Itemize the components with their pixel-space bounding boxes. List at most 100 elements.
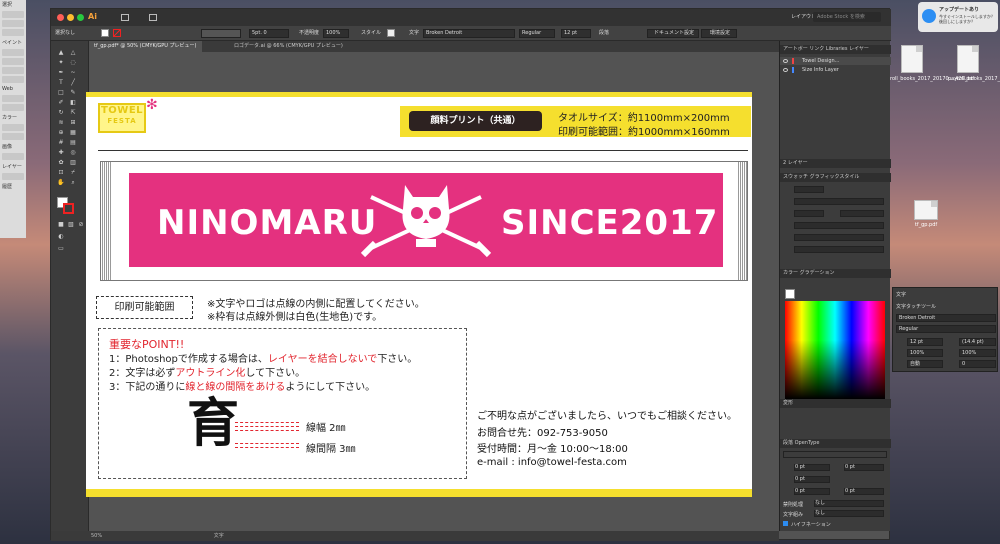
swatches-panel-tabs[interactable]: スウォッチ グラフィックスタイル	[780, 173, 891, 182]
font-style-select[interactable]: Regular	[896, 325, 996, 333]
none-mode-icon[interactable]: ⊘	[77, 221, 85, 228]
left-indent-field[interactable]: 0 pt	[794, 464, 830, 471]
close-icon[interactable]	[57, 14, 64, 21]
panel-row[interactable]	[2, 104, 24, 111]
current-color-swatch[interactable]	[785, 289, 795, 299]
space-after-field[interactable]: 0 pt	[844, 488, 884, 495]
stroke-swatch[interactable]	[113, 29, 121, 37]
touch-type-tool[interactable]: 文字タッチツール	[896, 303, 936, 310]
pdf-file-icon[interactable]	[957, 45, 979, 73]
hyphenation-checkbox[interactable]	[783, 521, 788, 526]
font-family-select[interactable]: Broken Detroit	[896, 314, 996, 322]
rectangle-tool-icon[interactable]: □	[57, 89, 65, 96]
file-label[interactable]: payroll_books_2017_20170....2306.pdf	[948, 76, 1000, 82]
shape-builder-icon[interactable]: ⊕	[57, 129, 65, 136]
tracking-field[interactable]: 0	[959, 360, 996, 368]
preferences-button[interactable]: 環境設定	[701, 29, 737, 38]
gradient-mode-icon[interactable]: ▧	[67, 221, 75, 228]
font-size-field[interactable]: 12 pt	[907, 338, 943, 346]
zoom-icon[interactable]	[77, 14, 84, 21]
panel-row[interactable]	[2, 11, 24, 18]
paragraph-label[interactable]: 段落	[599, 29, 609, 38]
kerning-field[interactable]: 自動	[907, 360, 943, 368]
zoom-level[interactable]: 50%	[91, 533, 102, 539]
pen-tool-icon[interactable]: ✒	[57, 69, 65, 76]
panel-row[interactable]	[2, 95, 24, 102]
stock-search-input[interactable]: Adobe Stock を検索	[813, 12, 881, 22]
horizontal-scale-field[interactable]: 100%	[907, 349, 943, 357]
hand-tool-icon[interactable]: ✋	[57, 179, 65, 186]
eye-icon[interactable]	[783, 68, 788, 72]
bridge-icon[interactable]	[121, 14, 129, 21]
panel-row[interactable]	[2, 20, 24, 27]
fill-swatch[interactable]	[101, 29, 109, 37]
symbol-sprayer-icon[interactable]: ✿	[57, 159, 65, 166]
swatch-field[interactable]	[794, 186, 824, 193]
mesh-tool-icon[interactable]: #	[57, 139, 65, 146]
scale-tool-icon[interactable]: ⇱	[69, 109, 77, 116]
slice-tool-icon[interactable]: ⌿	[69, 169, 77, 176]
eye-icon[interactable]	[783, 59, 788, 63]
stroke-preview[interactable]	[201, 29, 241, 38]
direct-selection-tool-icon[interactable]: △	[69, 49, 77, 56]
swatch-field[interactable]	[794, 222, 884, 229]
kinsoku-select[interactable]: なし	[814, 500, 884, 507]
artboard[interactable]: TOWEL FESTA ✻ 顔料プリント（共通） タオルサイズ：約1100mm×…	[86, 92, 752, 497]
color-mode-icon[interactable]: ■	[57, 221, 65, 228]
panel-row[interactable]	[2, 49, 24, 56]
rotate-tool-icon[interactable]: ↻	[57, 109, 65, 116]
perspective-grid-icon[interactable]: ▦	[69, 129, 77, 136]
color-panel-tabs[interactable]: カラー グラデーション	[780, 269, 891, 278]
swatch-field[interactable]	[794, 234, 884, 241]
pdf-file-icon[interactable]	[901, 45, 923, 73]
layers-panel-tabs[interactable]: アートボー リンク Libraries レイヤー	[780, 45, 891, 54]
draw-mode-icon[interactable]: ◐	[57, 233, 65, 240]
graph-tool-icon[interactable]: ▥	[69, 159, 77, 166]
panel-row[interactable]	[2, 58, 24, 65]
artboard-tool-icon[interactable]: ⊡	[57, 169, 65, 176]
screen-mode-icon[interactable]: ▭	[57, 245, 65, 252]
blend-tool-icon[interactable]: ◎	[69, 149, 77, 156]
file-label[interactable]: tf_gp.pdf	[904, 222, 948, 228]
arrange-icon[interactable]	[149, 14, 157, 21]
right-indent-field[interactable]: 0 pt	[844, 464, 884, 471]
update-notification[interactable]: アップデートあり 今すぐインストールしますか？後回しにしますか？	[918, 2, 998, 32]
color-spectrum[interactable]	[785, 301, 885, 399]
eraser-icon[interactable]: ◧	[69, 99, 77, 106]
font-family-field[interactable]: Broken Detroit	[423, 29, 515, 38]
document-setup-button[interactable]: ドキュメント設定	[647, 29, 699, 38]
space-before-field[interactable]: 0 pt	[794, 488, 830, 495]
paintbrush-icon[interactable]: ✎	[69, 89, 77, 96]
stroke-width-field[interactable]: 5pt. 0	[249, 29, 289, 38]
panel-row[interactable]	[2, 76, 24, 83]
leading-field[interactable]: (14.4 pt)	[959, 338, 996, 346]
curvature-tool-icon[interactable]: ~	[69, 69, 77, 76]
swatch-field[interactable]	[794, 198, 884, 205]
selection-tool-icon[interactable]: ▲	[57, 49, 65, 56]
width-tool-icon[interactable]: ≋	[57, 119, 65, 126]
panel-row[interactable]	[2, 124, 24, 131]
tab-tf-gp[interactable]: tf_gp.pdf* @ 50% (CMYK/GPU プレビュー)	[89, 41, 202, 52]
transform-panel-tab[interactable]: 変形	[780, 399, 891, 408]
panel-row[interactable]	[2, 173, 24, 180]
shaper-tool-icon[interactable]: ✐	[57, 99, 65, 106]
zoom-tool-icon[interactable]: ⌕	[69, 179, 77, 186]
font-size-field[interactable]: 12 pt	[561, 29, 591, 38]
mojikumi-select[interactable]: なし	[814, 510, 884, 517]
lasso-icon[interactable]: ◌	[69, 59, 77, 66]
line-tool-icon[interactable]: ╱	[69, 79, 77, 86]
opacity-field[interactable]: 100%	[323, 29, 349, 38]
layer-row[interactable]: Size Info Layer	[780, 66, 891, 74]
alignment-buttons[interactable]	[783, 451, 887, 458]
char-label[interactable]: 文字	[409, 29, 419, 38]
layer-row[interactable]: Towel Design...	[780, 57, 891, 65]
file-label[interactable]: roll_books_2017_20170....426.pdf	[890, 76, 974, 82]
tab-logo-data[interactable]: ロゴデータ.ai @ 66% (CMYK/GPU プレビュー)	[229, 41, 348, 52]
minimize-icon[interactable]	[67, 14, 74, 21]
paragraph-panel-tabs[interactable]: 段落 OpenType	[780, 439, 891, 448]
magic-wand-icon[interactable]: ✦	[57, 59, 65, 66]
panel-row[interactable]	[2, 153, 24, 160]
panel-row[interactable]	[2, 133, 24, 140]
eyedropper-icon[interactable]: ✚	[57, 149, 65, 156]
free-transform-icon[interactable]: ⊞	[69, 119, 77, 126]
